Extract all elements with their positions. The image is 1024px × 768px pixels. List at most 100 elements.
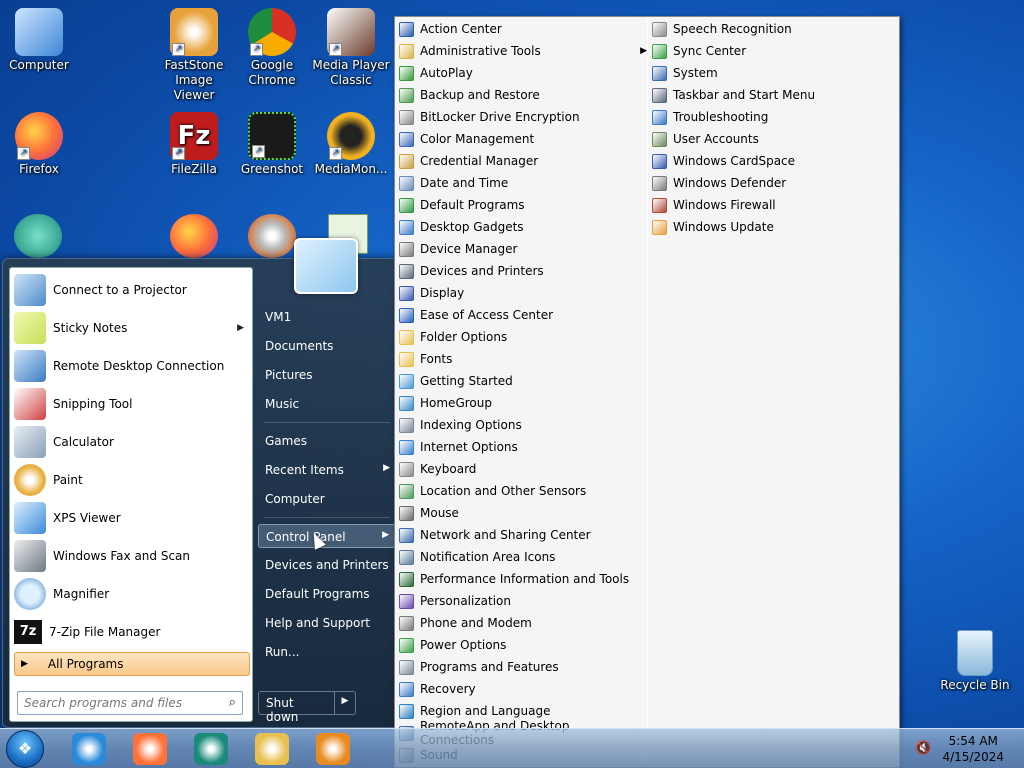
cp-item-action-center[interactable]: Action Center [399,18,639,40]
cp-item-display[interactable]: Display [399,282,639,304]
cp-item-sync-center[interactable]: Sync Center [652,40,892,62]
cp-item-user-accounts[interactable]: User Accounts [652,128,892,150]
start-menu-programs-pane: Connect to a Projector Sticky Notes ▶ Re… [9,267,253,722]
right-item-games[interactable]: Games [258,429,396,453]
cp-item-fonts[interactable]: Fonts [399,348,639,370]
cp-item-windows-firewall[interactable]: Windows Firewall [652,194,892,216]
right-item-help-support[interactable]: Help and Support [258,611,396,635]
cp-item-troubleshooting[interactable]: Troubleshooting [652,106,892,128]
volume-muted-icon[interactable]: 🔇 [915,741,931,756]
desktop-icon-recycle-bin[interactable]: Recycle Bin [936,630,1014,693]
cp-item-mouse[interactable]: Mouse [399,502,639,524]
recycle-bin-icon [957,630,993,676]
cp-item-notification-area-icons[interactable]: Notification Area Icons [399,546,639,568]
right-item-default-programs[interactable]: Default Programs [258,582,396,606]
cp-item-recovery[interactable]: Recovery [399,678,639,700]
program-sticky-notes[interactable]: Sticky Notes ▶ [14,310,250,346]
right-item-music[interactable]: Music [258,392,396,416]
program-fax-and-scan[interactable]: Windows Fax and Scan [14,538,250,574]
desktop-icon-mpc[interactable]: ↗ Media Player Classic [312,8,390,88]
shutdown-button-group: Shut down ▶ [258,691,356,724]
right-item-devices-printers[interactable]: Devices and Printers [258,553,396,577]
desktop-icon-label: Recycle Bin [940,678,1010,692]
cp-item-performance-information-and-tools[interactable]: Performance Information and Tools [399,568,639,590]
cp-item-device-manager[interactable]: Device Manager [399,238,639,260]
shutdown-button[interactable]: Shut down [259,692,335,724]
media-player-classic-icon: ↗ [327,8,375,56]
desktop-icon-filezilla[interactable]: Fz ↗ FileZilla [155,112,233,177]
cp-item-programs-and-features[interactable]: Programs and Features [399,656,639,678]
program-paint[interactable]: Paint [14,462,250,498]
cp-item-administrative-tools[interactable]: Administrative Tools ▶ [399,40,647,62]
cp-item-network-and-sharing-center[interactable]: Network and Sharing Center [399,524,639,546]
desktop-icon-chrome[interactable]: ↗ Google Chrome [233,8,311,88]
program-magnifier[interactable]: Magnifier [14,576,250,612]
program-calculator[interactable]: Calculator [14,424,250,460]
program-remote-desktop[interactable]: Remote Desktop Connection [14,348,250,384]
right-item-pictures[interactable]: Pictures [258,363,396,387]
cp-item-keyboard[interactable]: Keyboard [399,458,639,480]
cp-item-personalization[interactable]: Personalization [399,590,639,612]
cp-item-date-and-time[interactable]: Date and Time [399,172,639,194]
credential-manager-icon [399,153,414,169]
cp-item-location-and-other-sensors[interactable]: Location and Other Sensors [399,480,639,502]
desktop-icon-label: Firefox [19,162,59,176]
chevron-right-icon: ▶ [382,530,389,540]
cp-item-system[interactable]: System [652,62,892,84]
all-programs-button[interactable]: ▶ All Programs [14,652,250,676]
search-input[interactable]: Search programs and files ⌕ [17,691,243,715]
right-item-computer[interactable]: Computer [258,487,396,511]
program-snipping-tool[interactable]: Snipping Tool [14,386,250,422]
cp-item-homegroup[interactable]: HomeGroup [399,392,639,414]
shutdown-options-arrow-icon[interactable]: ▶ [335,692,355,714]
cp-item-credential-manager[interactable]: Credential Manager [399,150,639,172]
cp-item-getting-started[interactable]: Getting Started [399,370,639,392]
cp-item-bitlocker-drive-encryption[interactable]: BitLocker Drive Encryption [399,106,639,128]
date-and-time-icon [399,175,414,191]
taskbar-media-player-icon[interactable] [316,733,350,765]
program-xps-viewer[interactable]: XPS Viewer [14,500,250,536]
desktop-icon-greenshot[interactable]: ↗ Greenshot [233,112,311,177]
program-7zip[interactable]: 7z 7-Zip File Manager [14,614,250,650]
cp-item-indexing-options[interactable]: Indexing Options [399,414,639,436]
right-item-vm1[interactable]: VM1 [258,305,396,329]
cp-item-windows-cardspace[interactable]: Windows CardSpace [652,150,892,172]
desktop-icon-computer[interactable]: Computer [0,8,78,73]
cp-item-devices-and-printers[interactable]: Devices and Printers [399,260,639,282]
right-item-control-panel[interactable]: Control Panel ▶ [258,524,396,548]
right-item-documents[interactable]: Documents [258,334,396,358]
taskbar-app-icon[interactable] [194,733,228,765]
partial-firefox-icon [170,214,218,258]
cp-item-ease-of-access-center[interactable]: Ease of Access Center [399,304,639,326]
taskbar-internet-explorer-icon[interactable] [72,733,106,765]
desktop-icon-label: Computer [9,58,69,72]
program-connect-to-projector[interactable]: Connect to a Projector [14,272,250,308]
right-item-run[interactable]: Run... [258,640,396,664]
cp-item-windows-defender[interactable]: Windows Defender [652,172,892,194]
cp-item-autoplay[interactable]: AutoPlay [399,62,639,84]
taskbar-file-explorer-icon[interactable] [255,733,289,765]
clock[interactable]: 5:54 AM 4/15/2024 [942,733,1004,765]
speech-recognition-icon [652,21,667,37]
cp-item-windows-update[interactable]: Windows Update [652,216,892,238]
cp-item-backup-and-restore[interactable]: Backup and Restore [399,84,639,106]
start-button[interactable]: ❖ [6,730,44,768]
cp-item-power-options[interactable]: Power Options [399,634,639,656]
cp-item-color-management[interactable]: Color Management [399,128,639,150]
desktop-icon-label: Google Chrome [248,58,296,87]
right-item-recent-items[interactable]: Recent Items ▶ [258,458,396,482]
taskbar-firefox-icon[interactable] [133,733,167,765]
desktop-icon-faststone[interactable]: ↗ FastStone Image Viewer [155,8,233,103]
cp-item-default-programs[interactable]: Default Programs [399,194,639,216]
desktop-icon-mediamonkey[interactable]: ↗ MediaMon... [312,112,390,177]
cp-item-taskbar-and-start-menu[interactable]: Taskbar and Start Menu [652,84,892,106]
cp-item-phone-and-modem[interactable]: Phone and Modem [399,612,639,634]
cp-item-folder-options[interactable]: Folder Options [399,326,639,348]
desktop-icon-label: Media Player Classic [312,58,390,87]
start-menu: Connect to a Projector Sticky Notes ▶ Re… [2,258,402,728]
cp-item-speech-recognition[interactable]: Speech Recognition [652,18,892,40]
windows-defender-icon [652,175,667,191]
cp-item-internet-options[interactable]: Internet Options [399,436,639,458]
cp-item-desktop-gadgets[interactable]: Desktop Gadgets [399,216,639,238]
desktop-icon-firefox[interactable]: ↗ Firefox [0,112,78,177]
